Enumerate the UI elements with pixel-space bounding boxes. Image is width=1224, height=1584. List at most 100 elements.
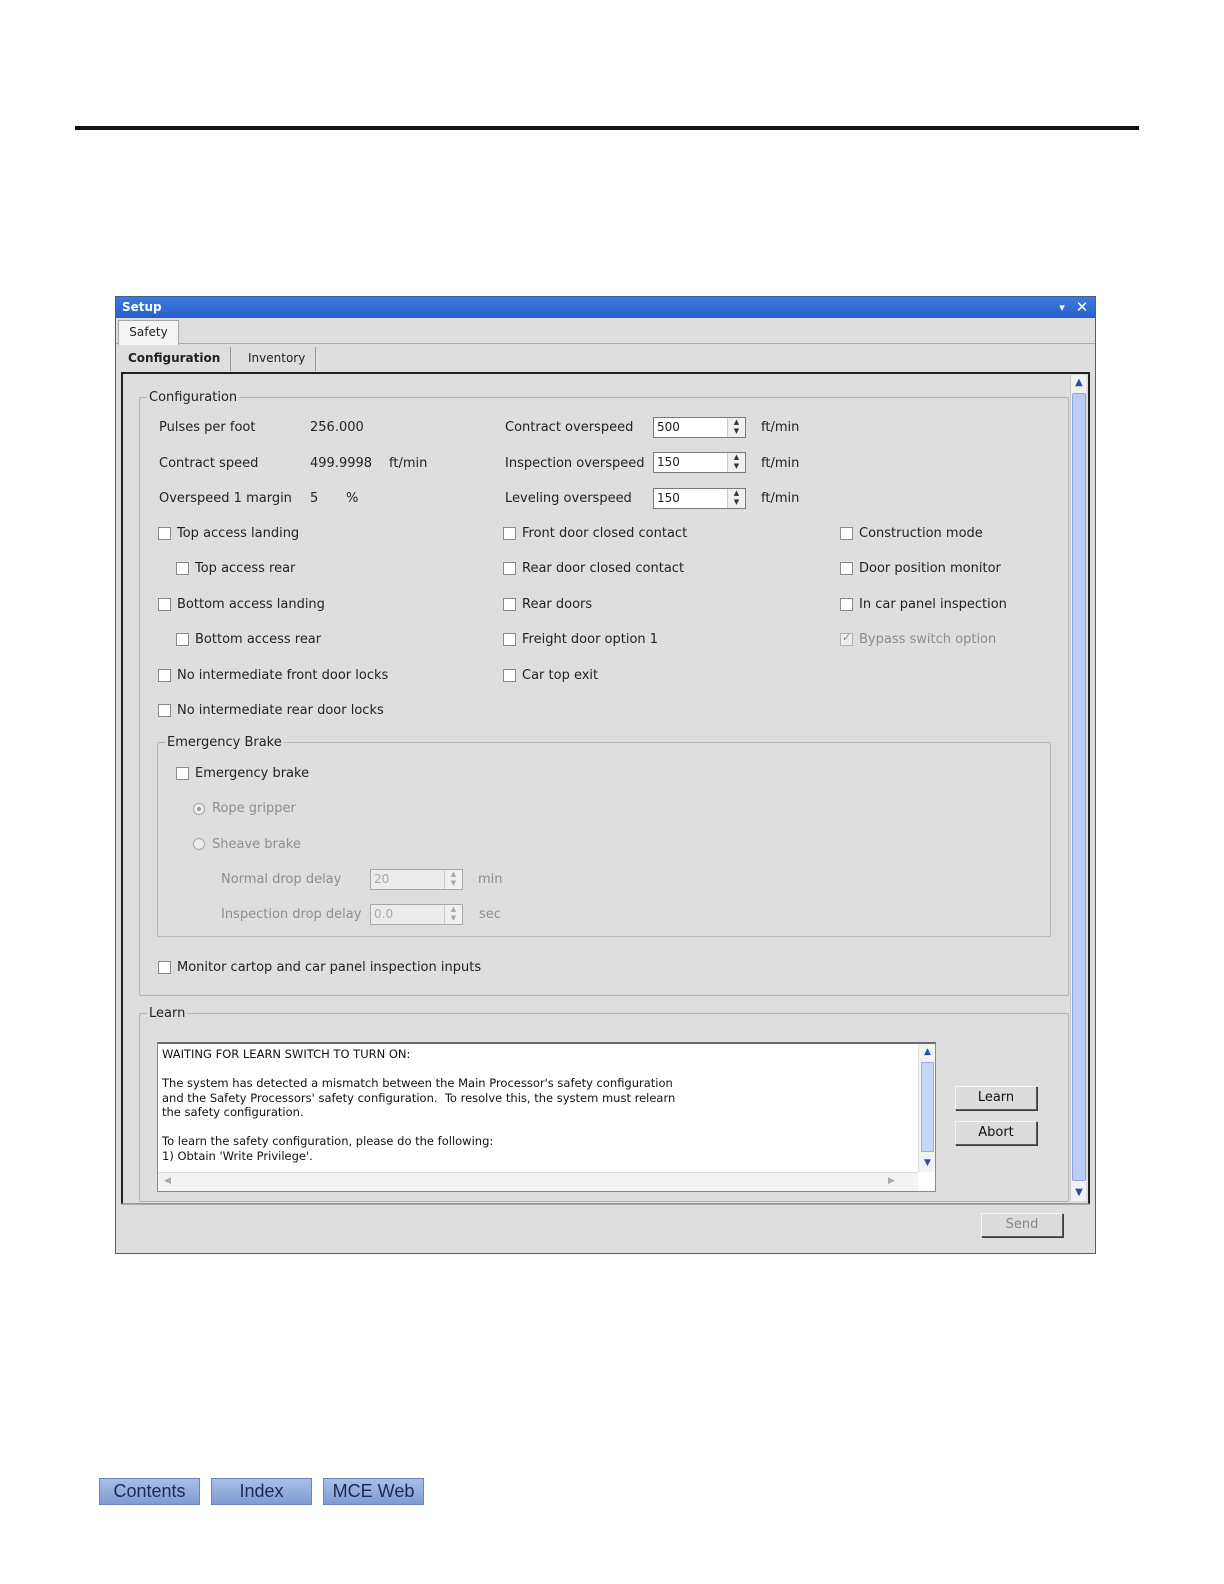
- top-access-rear-label[interactable]: Top access rear: [195, 561, 295, 576]
- overspeed-margin-value: 5: [310, 491, 319, 506]
- in-car-panel-inspection-label[interactable]: In car panel inspection: [859, 597, 1007, 612]
- stepper-arrows-icon[interactable]: ▲ ▼: [727, 489, 745, 508]
- top-access-rear-checkbox[interactable]: [176, 562, 189, 575]
- tab-configuration[interactable]: Configuration: [118, 347, 232, 371]
- no-intermediate-rear-checkbox[interactable]: [158, 704, 171, 717]
- scroll-down-icon[interactable]: ▼: [921, 1157, 934, 1170]
- page-header-rule: [75, 126, 1139, 130]
- learn-button[interactable]: Learn: [955, 1086, 1037, 1110]
- dialog-footer: Send: [121, 1204, 1090, 1248]
- monitor-cartop-label[interactable]: Monitor cartop and car panel inspection …: [177, 960, 481, 975]
- stepper-arrows-icon[interactable]: ▲ ▼: [444, 870, 462, 889]
- scroll-thumb[interactable]: [1072, 393, 1086, 1181]
- learn-legend: Learn: [149, 1006, 186, 1021]
- normal-drop-delay-value[interactable]: 20: [374, 872, 389, 886]
- contract-speed-unit: ft/min: [389, 456, 428, 471]
- leveling-overspeed-stepper[interactable]: 150 ▲ ▼: [653, 488, 746, 509]
- leveling-overspeed-unit: ft/min: [761, 491, 800, 506]
- normal-drop-delay-unit: min: [478, 872, 503, 887]
- bottom-access-rear-checkbox[interactable]: [176, 633, 189, 646]
- bottom-access-landing-checkbox[interactable]: [158, 598, 171, 611]
- in-car-panel-inspection-checkbox[interactable]: [840, 598, 853, 611]
- scroll-down-icon[interactable]: ▼: [1072, 1186, 1086, 1200]
- pulses-per-foot-label: Pulses per foot: [159, 420, 256, 435]
- car-top-exit-label[interactable]: Car top exit: [522, 668, 598, 683]
- rope-gripper-radio[interactable]: [193, 803, 205, 815]
- front-door-closed-checkbox[interactable]: [503, 527, 516, 540]
- freight-door-label[interactable]: Freight door option 1: [522, 632, 658, 647]
- top-access-landing-checkbox[interactable]: [158, 527, 171, 540]
- learn-log-textarea[interactable]: WAITING FOR LEARN SWITCH TO TURN ON: The…: [157, 1042, 936, 1192]
- car-top-exit-checkbox[interactable]: [503, 669, 516, 682]
- log-horizontal-scrollbar[interactable]: ◀ ▶: [158, 1172, 918, 1191]
- panel-vertical-scrollbar[interactable]: ▲ ▼: [1070, 375, 1086, 1201]
- scroll-up-icon[interactable]: ▲: [921, 1046, 934, 1059]
- send-button[interactable]: Send: [981, 1213, 1063, 1237]
- rope-gripper-label[interactable]: Rope gripper: [212, 801, 296, 816]
- contract-overspeed-label: Contract overspeed: [505, 420, 634, 435]
- scroll-left-icon[interactable]: ◀: [161, 1175, 174, 1188]
- front-door-closed-label[interactable]: Front door closed contact: [522, 526, 687, 541]
- contract-overspeed-stepper[interactable]: 500 ▲ ▼: [653, 417, 746, 438]
- inspection-overspeed-unit: ft/min: [761, 456, 800, 471]
- rear-door-closed-label[interactable]: Rear door closed contact: [522, 561, 684, 576]
- no-intermediate-front-checkbox[interactable]: [158, 669, 171, 682]
- scroll-up-icon[interactable]: ▲: [1072, 376, 1086, 390]
- monitor-cartop-checkbox[interactable]: [158, 961, 171, 974]
- contract-overspeed-unit: ft/min: [761, 420, 800, 435]
- no-intermediate-front-label[interactable]: No intermediate front door locks: [177, 668, 388, 683]
- stepper-arrows-icon[interactable]: ▲ ▼: [727, 418, 745, 437]
- no-intermediate-rear-label[interactable]: No intermediate rear door locks: [177, 703, 384, 718]
- window-titlebar: Setup ▾ ✕: [116, 297, 1095, 318]
- contract-speed-label: Contract speed: [159, 456, 259, 471]
- index-button[interactable]: Index: [211, 1478, 312, 1505]
- scroll-right-icon[interactable]: ▶: [885, 1175, 898, 1188]
- log-vertical-scrollbar[interactable]: ▲ ▼: [918, 1044, 935, 1172]
- normal-drop-delay-label: Normal drop delay: [221, 872, 342, 887]
- inspection-drop-delay-stepper[interactable]: 0.0 ▲ ▼: [370, 904, 463, 925]
- log-scroll-thumb[interactable]: [921, 1062, 934, 1152]
- leveling-overspeed-value[interactable]: 150: [657, 491, 680, 505]
- bottom-access-rear-label[interactable]: Bottom access rear: [195, 632, 321, 647]
- bypass-switch-checkbox[interactable]: [840, 631, 853, 646]
- inspection-drop-delay-value[interactable]: 0.0: [374, 907, 393, 921]
- close-icon[interactable]: ✕: [1073, 297, 1091, 318]
- overspeed-margin-label: Overspeed 1 margin: [159, 491, 292, 506]
- inspection-overspeed-label: Inspection overspeed: [505, 456, 645, 471]
- rear-doors-checkbox[interactable]: [503, 598, 516, 611]
- top-access-landing-label[interactable]: Top access landing: [177, 526, 299, 541]
- construction-mode-checkbox[interactable]: [840, 527, 853, 540]
- door-position-monitor-checkbox[interactable]: [840, 562, 853, 575]
- emergency-brake-label[interactable]: Emergency brake: [195, 766, 309, 781]
- inspection-drop-delay-label: Inspection drop delay: [221, 907, 362, 922]
- bottom-access-landing-label[interactable]: Bottom access landing: [177, 597, 325, 612]
- sheave-brake-label[interactable]: Sheave brake: [212, 837, 301, 852]
- window-title: Setup: [122, 300, 162, 314]
- bypass-switch-label[interactable]: Bypass switch option: [859, 632, 996, 647]
- tab-safety[interactable]: Safety: [118, 320, 179, 345]
- inspection-overspeed-stepper[interactable]: 150 ▲ ▼: [653, 452, 746, 473]
- stepper-arrows-icon[interactable]: ▲ ▼: [727, 453, 745, 472]
- inspection-drop-delay-unit: sec: [479, 907, 501, 922]
- door-position-monitor-label[interactable]: Door position monitor: [859, 561, 1001, 576]
- configuration-legend: Configuration: [149, 390, 238, 405]
- contract-overspeed-value[interactable]: 500: [657, 420, 680, 434]
- tab-inventory[interactable]: Inventory: [238, 347, 317, 371]
- rear-door-closed-checkbox[interactable]: [503, 562, 516, 575]
- emergency-brake-checkbox[interactable]: [176, 767, 189, 780]
- overspeed-margin-unit: %: [346, 491, 359, 506]
- abort-button[interactable]: Abort: [955, 1121, 1037, 1145]
- contents-button[interactable]: Contents: [99, 1478, 200, 1505]
- mce-web-button[interactable]: MCE Web: [323, 1478, 424, 1505]
- window-menu-icon[interactable]: ▾: [1053, 297, 1071, 318]
- contract-speed-value: 499.9998: [310, 456, 373, 471]
- pulses-per-foot-value: 256.000: [310, 420, 364, 435]
- emergency-brake-legend: Emergency Brake: [167, 735, 282, 750]
- normal-drop-delay-stepper[interactable]: 20 ▲ ▼: [370, 869, 463, 890]
- rear-doors-label[interactable]: Rear doors: [522, 597, 592, 612]
- sheave-brake-radio[interactable]: [193, 838, 205, 850]
- stepper-arrows-icon[interactable]: ▲ ▼: [444, 905, 462, 924]
- freight-door-checkbox[interactable]: [503, 633, 516, 646]
- inspection-overspeed-value[interactable]: 150: [657, 455, 680, 469]
- construction-mode-label[interactable]: Construction mode: [859, 526, 983, 541]
